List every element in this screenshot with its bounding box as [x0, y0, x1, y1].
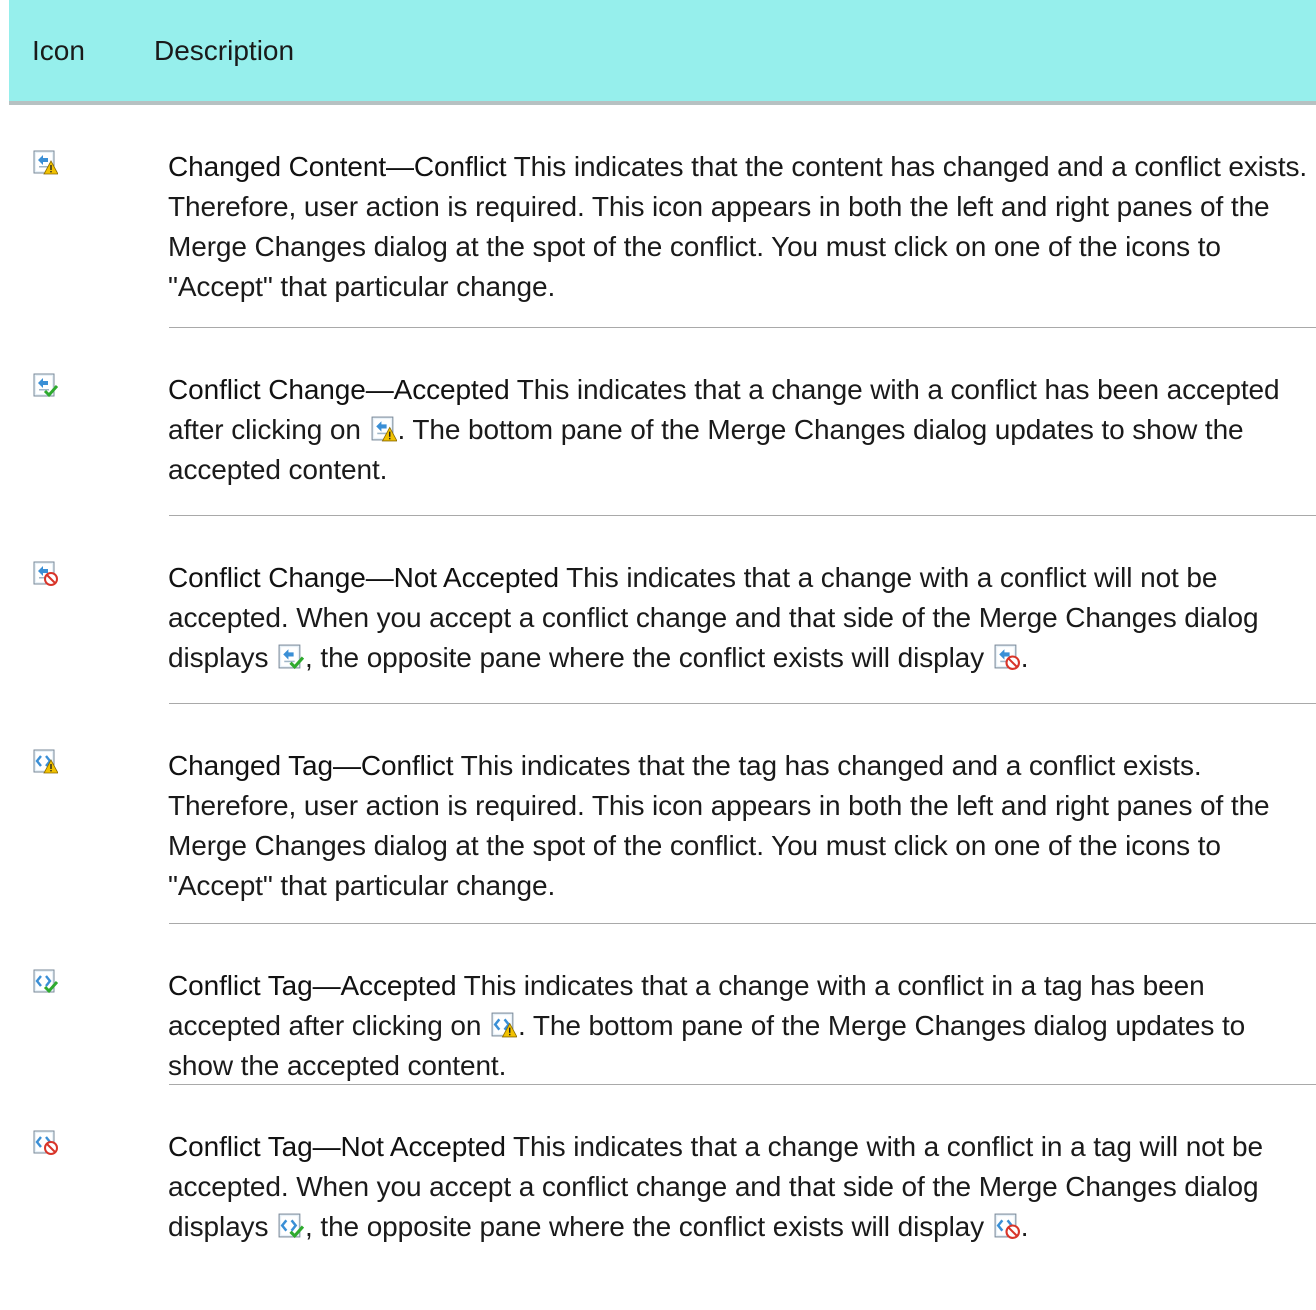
row-description: Changed Tag—Conflict This indicates that…: [168, 704, 1316, 906]
conflict-tag-not-accepted-icon: [993, 1210, 1020, 1237]
header-icon-column: Icon: [32, 34, 85, 66]
table-header: Icon Description: [9, 0, 1316, 105]
row-text: .: [1020, 1211, 1029, 1242]
row-title: Changed Content—Conflict: [168, 151, 507, 182]
row-description: Changed Content—Conflict This indicates …: [168, 105, 1316, 307]
conflict-change-accepted-icon: [32, 372, 58, 398]
conflict-tag-accepted-icon: [32, 968, 58, 994]
conflict-tag-not-accepted-icon: [32, 1129, 58, 1155]
table-row: Changed Tag—Conflict This indicates that…: [0, 704, 1316, 924]
changed-content-conflict-icon: [32, 149, 58, 175]
table-row: Conflict Tag—Not Accepted This indicates…: [0, 1085, 1316, 1305]
row-title: Changed Tag—Conflict: [168, 750, 454, 781]
conflict-change-not-accepted-icon: [993, 641, 1020, 668]
row-title: Conflict Tag—Not Accepted: [168, 1131, 506, 1162]
icon-description-table: Icon Description Changed Content—Conflic…: [0, 0, 1316, 1305]
table-row: Conflict Change—Accepted This indicates …: [0, 328, 1316, 516]
row-title: Conflict Change—Not Accepted: [168, 562, 559, 593]
conflict-change-not-accepted-icon: [32, 560, 58, 586]
header-description-column: Description: [154, 34, 295, 66]
row-text: , the opposite pane where the conflict e…: [305, 1211, 992, 1242]
changed-content-conflict-icon: [370, 413, 397, 440]
row-description: Conflict Change—Accepted This indicates …: [168, 328, 1316, 490]
row-text: , the opposite pane where the conflict e…: [305, 642, 992, 673]
row-title: Conflict Tag—Accepted: [168, 970, 457, 1001]
changed-tag-conflict-icon: [490, 1009, 517, 1036]
table-row: Changed Content—Conflict This indicates …: [0, 105, 1316, 328]
conflict-tag-accepted-icon: [277, 1210, 304, 1237]
table-row: Conflict Change—Not Accepted This indica…: [0, 516, 1316, 704]
table-row: Conflict Tag—Accepted This indicates tha…: [0, 924, 1316, 1085]
row-description: Conflict Tag—Not Accepted This indicates…: [168, 1085, 1316, 1247]
row-title: Conflict Change—Accepted: [168, 374, 510, 405]
row-text: .: [1020, 642, 1029, 673]
changed-tag-conflict-icon: [32, 748, 58, 774]
row-description: Conflict Change—Not Accepted This indica…: [168, 516, 1316, 678]
row-description: Conflict Tag—Accepted This indicates tha…: [168, 924, 1316, 1086]
conflict-change-accepted-icon: [277, 641, 304, 668]
